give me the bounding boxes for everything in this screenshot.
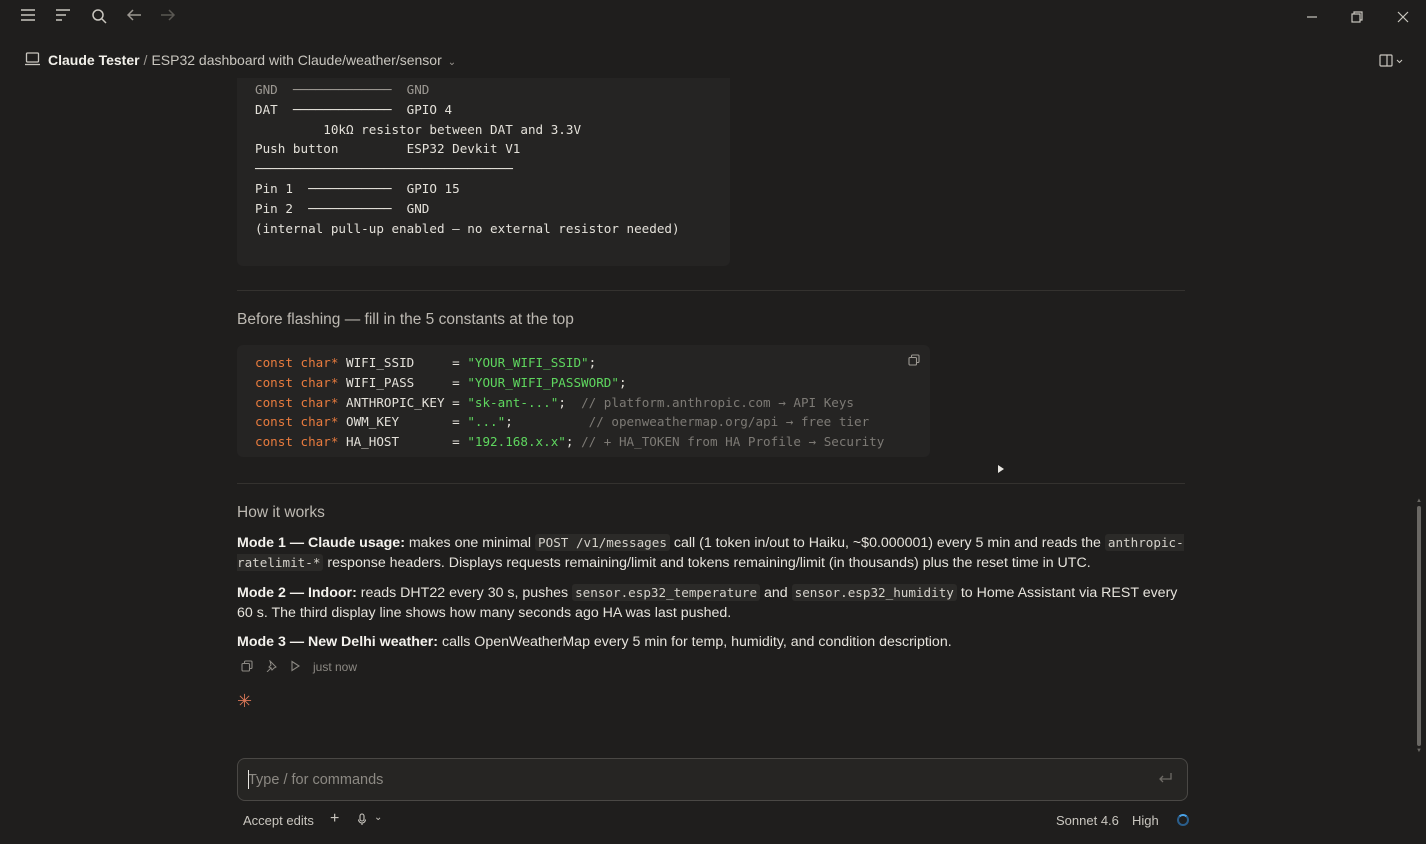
play-icon[interactable] xyxy=(289,660,303,674)
scrollbar-thumb[interactable] xyxy=(1417,506,1421,746)
model-selector[interactable]: Sonnet 4.6 xyxy=(1056,813,1119,828)
code-line: const char* WIFI_PASS = "YOUR_WIFI_PASSW… xyxy=(255,374,627,390)
minimize-icon[interactable] xyxy=(1300,6,1324,30)
message-timestamp: just now xyxy=(313,660,358,674)
add-button[interactable]: + xyxy=(330,810,339,828)
enter-icon[interactable] xyxy=(1157,772,1173,786)
effort-selector[interactable]: High xyxy=(1132,813,1159,828)
close-icon[interactable] xyxy=(1391,6,1415,30)
title-bar xyxy=(0,0,1426,36)
code-line: const char* ANTHROPIC_KEY = "sk-ant-..."… xyxy=(255,394,855,410)
divider xyxy=(237,290,1185,291)
loading-spinner-icon xyxy=(1177,814,1189,826)
code-line: ────────────────────────────────── xyxy=(255,161,513,177)
copy-icon[interactable] xyxy=(908,353,920,366)
laptop-icon xyxy=(24,52,41,66)
section-heading: Before flashing — fill in the 5 constant… xyxy=(237,311,574,328)
message-input[interactable] xyxy=(248,769,1128,791)
code-line: Push button ESP32 Devkit V1 xyxy=(255,141,521,157)
code-line: const char* WIFI_SSID = "YOUR_WIFI_SSID"… xyxy=(255,355,597,370)
constants-code-block: const char* WIFI_SSID = "YOUR_WIFI_SSID"… xyxy=(237,345,930,457)
code-line: GND ───────────── GND xyxy=(255,82,430,97)
list-icon[interactable] xyxy=(53,8,73,28)
mic-icon[interactable] xyxy=(357,813,367,829)
mode-1-paragraph: Mode 1 — Claude usage: makes one minimal… xyxy=(237,534,1184,571)
code-line: const char* HA_HOST = "192.168.x.x"; // … xyxy=(255,434,885,450)
forward-arrow-icon[interactable] xyxy=(158,8,178,28)
code-line: const char* OWM_KEY = "..."; // openweat… xyxy=(255,414,870,430)
accept-edits-button[interactable]: Accept edits xyxy=(243,813,314,828)
search-icon[interactable] xyxy=(89,8,109,28)
pin-icon[interactable] xyxy=(265,659,279,674)
panel-toggle-icon[interactable] xyxy=(1378,52,1406,70)
mode-3-paragraph: Mode 3 — New Delhi weather: calls OpenWe… xyxy=(237,634,952,650)
code-line: Pin 1 ─────────── GPIO 15 xyxy=(255,180,460,196)
section-heading: How it works xyxy=(237,504,325,521)
text-caret xyxy=(248,770,249,789)
breadcrumb-project[interactable]: Claude Tester xyxy=(48,52,140,68)
wiring-code-block: GND ───────────── GND DAT ───────────── … xyxy=(237,78,730,266)
divider xyxy=(237,483,1185,484)
code-line: DAT ───────────── GPIO 4 xyxy=(255,101,453,117)
message-actions: just now xyxy=(241,659,357,675)
composer-toolbar: Accept edits + ⌄ Sonnet 4.6 High xyxy=(237,810,1189,832)
restore-icon[interactable] xyxy=(1345,6,1369,30)
scrollbar[interactable]: ▲ ▼ xyxy=(1415,498,1423,754)
code-line: Pin 2 ─────────── GND xyxy=(255,200,430,216)
mode-2-paragraph: Mode 2 — Indoor: reads DHT22 every 30 s,… xyxy=(237,584,1178,621)
scroll-up-icon[interactable]: ▲ xyxy=(1415,498,1423,504)
claude-spark-icon: ✳ xyxy=(237,691,253,711)
back-arrow-icon[interactable] xyxy=(124,8,144,28)
chevron-down-icon[interactable]: ⌄ xyxy=(448,57,456,68)
chevron-down-icon[interactable]: ⌄ xyxy=(374,812,382,823)
mouse-cursor-icon xyxy=(998,465,1004,473)
scroll-down-icon[interactable]: ▼ xyxy=(1415,748,1423,754)
menu-icon[interactable] xyxy=(18,8,38,28)
breadcrumb: Claude Tester / ESP32 dashboard with Claud… xyxy=(0,44,1426,76)
breadcrumb-chat-title[interactable]: ESP32 dashboard with Claude/weather/sens… xyxy=(151,52,441,68)
code-line: 10kΩ resistor between DAT and 3.3V xyxy=(255,121,582,137)
code-line: (internal pull-up enabled — no external … xyxy=(255,220,680,236)
breadcrumb-separator: / xyxy=(143,52,148,68)
composer xyxy=(237,758,1188,801)
copy-icon[interactable] xyxy=(241,660,255,674)
